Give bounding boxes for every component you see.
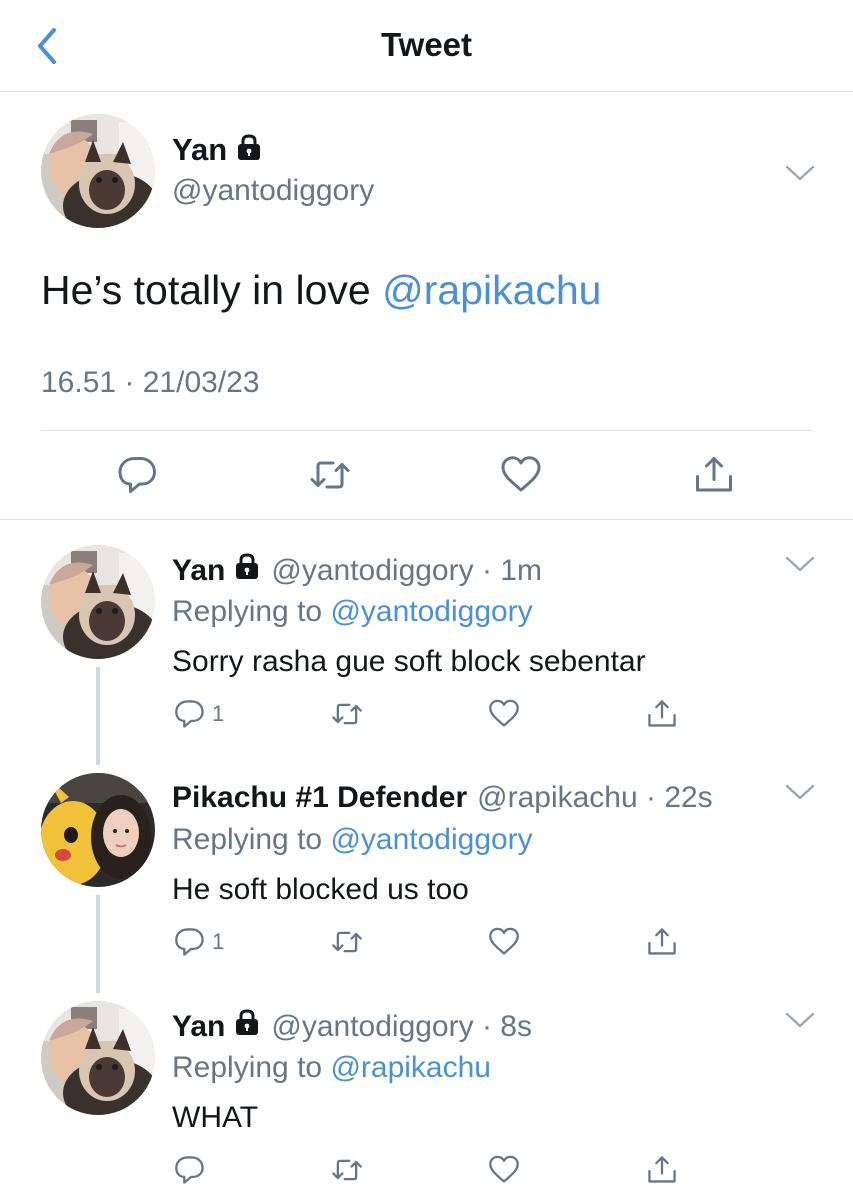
share-button[interactable] [646, 925, 678, 959]
retweet-icon [332, 703, 362, 725]
divider [41, 430, 812, 431]
like-button[interactable] [488, 697, 520, 731]
heart-icon [489, 927, 519, 955]
replying-label: Replying to [172, 595, 331, 628]
avatar[interactable] [41, 545, 155, 659]
tweet-body: He’s totally in love [41, 267, 383, 313]
replying-to: Replying to @yantodiggory [172, 823, 533, 857]
heart-icon [489, 1155, 519, 1183]
reply-header: Yan @yantodiggory · 1m [172, 553, 542, 589]
tweet-text: Sorry rasha gue soft block sebentar [172, 645, 646, 678]
reply-count: 1 [212, 701, 225, 726]
like-button[interactable] [500, 454, 542, 496]
avatar[interactable] [41, 1001, 155, 1115]
retweet-button[interactable] [308, 454, 350, 496]
retweet-button[interactable] [330, 925, 364, 959]
reply-tweet: Pikachu #1 Defender @rapikachu · 22s Rep… [0, 773, 853, 973]
mention-link[interactable]: @rapikachu [330, 1051, 491, 1084]
author-name[interactable]: Yan [172, 1010, 225, 1044]
reply-header: Yan @yantodiggory · 8s [172, 1009, 532, 1045]
author-handle[interactable]: @yantodiggory · 8s [271, 1010, 532, 1044]
reply-icon [175, 700, 204, 728]
heart-icon [501, 456, 541, 492]
lock-icon [235, 134, 263, 167]
chevron-down-icon[interactable] [785, 1011, 815, 1031]
author-handle[interactable]: @yantodiggory [172, 174, 374, 208]
top-bar: Tweet [0, 0, 853, 92]
tweet-timestamp[interactable]: 16.51 · 21/03/23 [41, 366, 260, 400]
reply-button[interactable] [174, 1153, 206, 1187]
share-icon [648, 1156, 676, 1183]
author-name[interactable]: Yan [172, 554, 225, 588]
reply-button[interactable]: 1 [174, 697, 224, 731]
chevron-down-icon[interactable] [785, 164, 815, 184]
reply-tweet: Yan @yantodiggory · 1m Replying to @yant… [0, 545, 853, 745]
share-icon [696, 457, 732, 492]
replying-label: Replying to [172, 1051, 331, 1084]
reply-count: 1 [212, 929, 225, 954]
share-button[interactable] [646, 1153, 678, 1187]
replying-to: Replying to @rapikachu [172, 1051, 491, 1085]
author-handle[interactable]: @yantodiggory · 1m [271, 554, 542, 588]
lock-icon [233, 1009, 261, 1045]
reply-button[interactable]: 1 [174, 925, 224, 959]
lock-icon [233, 553, 261, 589]
retweet-button[interactable] [330, 697, 364, 731]
mention-link[interactable]: @yantodiggory [330, 823, 532, 856]
reply-icon [175, 1156, 204, 1184]
share-icon [648, 700, 676, 727]
replying-label: Replying to [172, 823, 331, 856]
mention-link[interactable]: @rapikachu [382, 267, 601, 313]
author-name[interactable]: Yan [172, 132, 227, 168]
retweet-icon [332, 931, 362, 953]
tweet-text: He’s totally in love @rapikachu [41, 267, 601, 314]
replying-to: Replying to @yantodiggory [172, 595, 533, 629]
chevron-down-icon[interactable] [785, 555, 815, 575]
author-name-row: Yan [172, 132, 263, 168]
like-button[interactable] [488, 925, 520, 959]
reply-header: Pikachu #1 Defender @rapikachu · 22s [172, 781, 713, 815]
reply-button[interactable] [117, 454, 159, 496]
author-name[interactable]: Pikachu #1 Defender [172, 781, 467, 815]
retweet-icon [332, 1159, 362, 1181]
mention-link[interactable]: @yantodiggory [330, 595, 532, 628]
reply-icon [175, 928, 204, 956]
main-tweet: Yan @yantodiggory He’s totally in love @… [0, 92, 853, 520]
chevron-down-icon[interactable] [785, 783, 815, 803]
heart-icon [489, 699, 519, 727]
like-button[interactable] [488, 1153, 520, 1187]
retweet-button[interactable] [330, 1153, 364, 1187]
avatar[interactable] [41, 114, 155, 228]
reply-tweet: Yan @yantodiggory · 8s Replying to @rapi… [0, 1001, 853, 1200]
tweet-text: He soft blocked us too [172, 873, 469, 906]
share-button[interactable] [693, 454, 735, 496]
tweet-text: WHAT [172, 1101, 259, 1134]
retweet-icon [310, 461, 350, 489]
share-icon [648, 928, 676, 955]
avatar[interactable] [41, 773, 155, 887]
share-button[interactable] [646, 697, 678, 731]
author-handle[interactable]: @rapikachu · 22s [477, 781, 713, 815]
reply-icon [118, 457, 156, 493]
page-title: Tweet [380, 26, 473, 63]
